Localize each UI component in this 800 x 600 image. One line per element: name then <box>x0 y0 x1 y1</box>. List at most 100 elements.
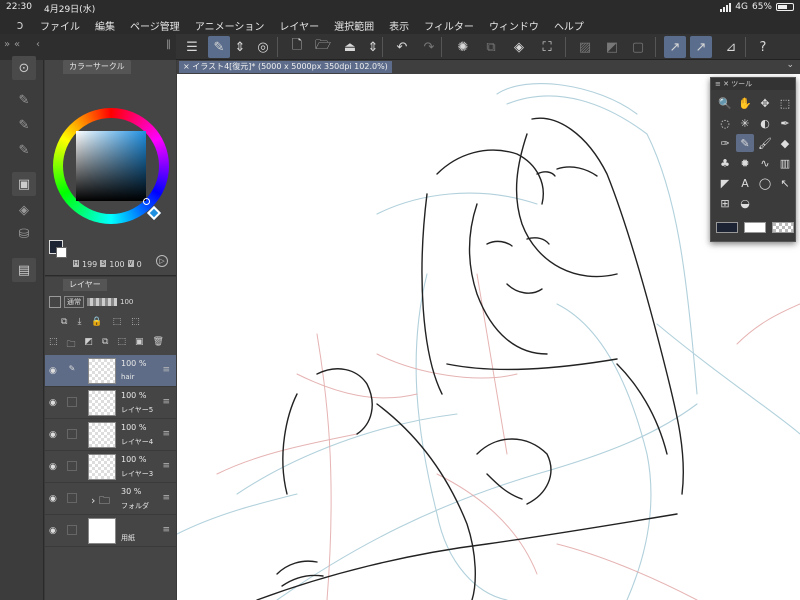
menu-item[interactable]: ヘルプ <box>554 18 584 33</box>
hand-icon[interactable]: ✋ <box>736 94 754 112</box>
hue-cursor[interactable] <box>146 205 162 221</box>
hue-ring[interactable] <box>53 108 169 224</box>
layer-tool-0-icon[interactable]: ⧉ <box>61 317 67 327</box>
object-icon[interactable]: ↖ <box>776 174 794 192</box>
layer-menu-icon[interactable]: ≡ <box>162 397 170 407</box>
eye-icon[interactable]: ◉ <box>49 398 57 408</box>
brush-icon[interactable]: 🖌 <box>756 134 774 152</box>
layer-action-6-icon[interactable]: 🗑 <box>153 337 164 353</box>
sub-tool-pencil-icon[interactable]: ✎ <box>12 138 36 162</box>
deselect-icon[interactable]: ▨ <box>574 36 596 58</box>
layer-menu-icon[interactable]: ≡ <box>162 493 170 503</box>
color-wheel-tab[interactable]: カラーサークル <box>63 60 131 74</box>
layer-row[interactable]: ◉ 100 % レイヤー4 ≡ <box>45 419 176 451</box>
layer-color-icon[interactable] <box>49 296 61 308</box>
zoom-icon[interactable]: 🔍 <box>716 94 734 112</box>
sub-tool-pen-icon[interactable]: ✎ <box>12 88 36 112</box>
undo-icon[interactable]: ↶ <box>391 36 413 58</box>
fill-icon[interactable]: ◈ <box>508 36 530 58</box>
document-tab[interactable]: × イラスト4[復元]* (5000 x 5000px 350dpi 102.0… <box>179 61 392 73</box>
edit-pen-icon[interactable]: ✎ <box>67 365 77 375</box>
save-icon[interactable]: ⏏ <box>339 36 361 58</box>
copy-icon[interactable]: ⧉ <box>480 36 502 58</box>
chevron-down-icon[interactable]: ⌄ <box>786 60 794 70</box>
layer-row[interactable]: ◉ › 🗀 30 % フォルダ ≡ <box>45 483 176 515</box>
color-panel-icon[interactable]: ▣ <box>12 172 36 196</box>
ruler-snap-icon[interactable]: ↗ <box>664 36 686 58</box>
opacity-slider[interactable] <box>87 298 117 306</box>
menu-item[interactable]: 表示 <box>389 18 409 33</box>
redo-icon[interactable]: ↷ <box>418 36 440 58</box>
layer-action-5-icon[interactable]: ▣ <box>135 337 144 353</box>
arrows-updown-icon[interactable]: ⇕ <box>229 36 251 58</box>
file-icon[interactable]: ▤ <box>12 258 36 282</box>
edit-mode-icon[interactable]: ✎ <box>208 36 230 58</box>
menu-item[interactable]: ウィンドウ <box>489 18 539 33</box>
opacity-value[interactable]: 100 <box>120 298 133 306</box>
layer-menu-icon[interactable]: ≡ <box>162 461 170 471</box>
menu-item[interactable]: アニメーション <box>195 18 265 33</box>
eraser-icon[interactable]: ◆ <box>776 134 794 152</box>
frame-icon[interactable]: ◤ <box>716 174 734 192</box>
auto-select-icon[interactable]: ◐ <box>756 114 774 132</box>
new-file-icon[interactable]: 🗋 <box>286 36 308 58</box>
transform-icon[interactable]: ⛶ <box>536 36 558 58</box>
layer-action-1-icon[interactable]: 🗀 <box>67 337 76 353</box>
color-mode-icon[interactable]: ▷ <box>156 255 168 267</box>
layer-action-0-icon[interactable]: ⬚ <box>49 337 58 353</box>
layer-tool-4-icon[interactable]: ⬚ <box>131 317 140 327</box>
collapse-icon[interactable]: « <box>14 39 20 50</box>
pen-icon[interactable]: ✑ <box>716 134 734 152</box>
airbrush-icon[interactable]: ✹ <box>736 154 754 172</box>
layer-lock-cell[interactable] <box>67 525 77 535</box>
layer-lock-cell[interactable] <box>67 493 77 503</box>
layer-action-3-icon[interactable]: ⧉ <box>102 337 108 353</box>
chevron-left-icon[interactable]: ‹ <box>36 39 40 50</box>
menu-item[interactable]: ファイル <box>40 18 80 33</box>
sub-tool-brush-icon[interactable]: ✎ <box>12 113 36 137</box>
layer-tab[interactable]: レイヤー <box>63 279 107 291</box>
eye-icon[interactable]: ◉ <box>49 526 57 536</box>
special-ruler-icon[interactable]: ↗ <box>690 36 712 58</box>
layer-tool-3-icon[interactable]: ⬚ <box>113 317 122 327</box>
layer-menu-icon[interactable]: ≡ <box>162 525 170 535</box>
grid-snap-icon[interactable]: ⊿ <box>720 36 742 58</box>
layer-tool-2-icon[interactable]: 🔒 <box>91 317 102 327</box>
menu-item[interactable]: フィルター <box>424 18 474 33</box>
operation-icon[interactable]: ⬚ <box>776 94 794 112</box>
figure-icon[interactable]: ∿ <box>756 154 774 172</box>
ruler-icon[interactable]: ⊞ <box>716 194 734 212</box>
material-icon[interactable]: ⛁ <box>12 222 36 246</box>
expand-icon[interactable]: » <box>4 39 10 50</box>
menu-item[interactable]: 選択範囲 <box>334 18 374 33</box>
gradient-icon[interactable]: ▥ <box>776 154 794 172</box>
layer-row[interactable]: ◉ ✎ 100 % hair ≡ <box>45 355 176 387</box>
panel-grip-icon[interactable]: ‖ <box>166 39 171 50</box>
layers-icon[interactable]: ◈ <box>12 198 36 222</box>
saturation-value-square[interactable] <box>76 131 146 201</box>
lasso-icon[interactable]: ◌ <box>716 114 734 132</box>
layer-action-4-icon[interactable]: ⬚ <box>117 337 126 353</box>
invert-selection-icon[interactable]: ◩ <box>601 36 623 58</box>
navigator-icon[interactable]: ⊙ <box>12 56 36 80</box>
layer-action-2-icon[interactable]: ◩ <box>85 337 94 353</box>
arrows-updown-2-icon[interactable]: ⇕ <box>362 36 384 58</box>
layer-row[interactable]: ◉ 100 % レイヤー5 ≡ <box>45 387 176 419</box>
fill-tool-icon[interactable]: ◒ <box>736 194 754 212</box>
menu-item[interactable]: レイヤー <box>279 18 319 33</box>
eyedropper-icon[interactable]: ✒ <box>776 114 794 132</box>
ring-icon[interactable]: ◎ <box>252 36 274 58</box>
eye-icon[interactable]: ◉ <box>49 462 57 472</box>
menu-item[interactable]: 編集 <box>95 18 115 33</box>
crop-icon[interactable]: ▢ <box>627 36 649 58</box>
menu-icon[interactable]: ☰ <box>181 36 203 58</box>
sub-color-swatch[interactable] <box>56 247 67 258</box>
help-icon[interactable]: ? <box>752 36 774 58</box>
sub-drawing-color-swatch[interactable] <box>744 222 766 233</box>
folder-icon[interactable]: › 🗀 <box>91 492 110 511</box>
blend-mode-select[interactable]: 通常 <box>64 296 84 308</box>
transparent-color-swatch[interactable] <box>772 222 794 233</box>
eye-icon[interactable]: ◉ <box>49 366 57 376</box>
open-folder-icon[interactable]: 🗁 <box>312 36 334 58</box>
layer-menu-icon[interactable]: ≡ <box>162 365 170 375</box>
